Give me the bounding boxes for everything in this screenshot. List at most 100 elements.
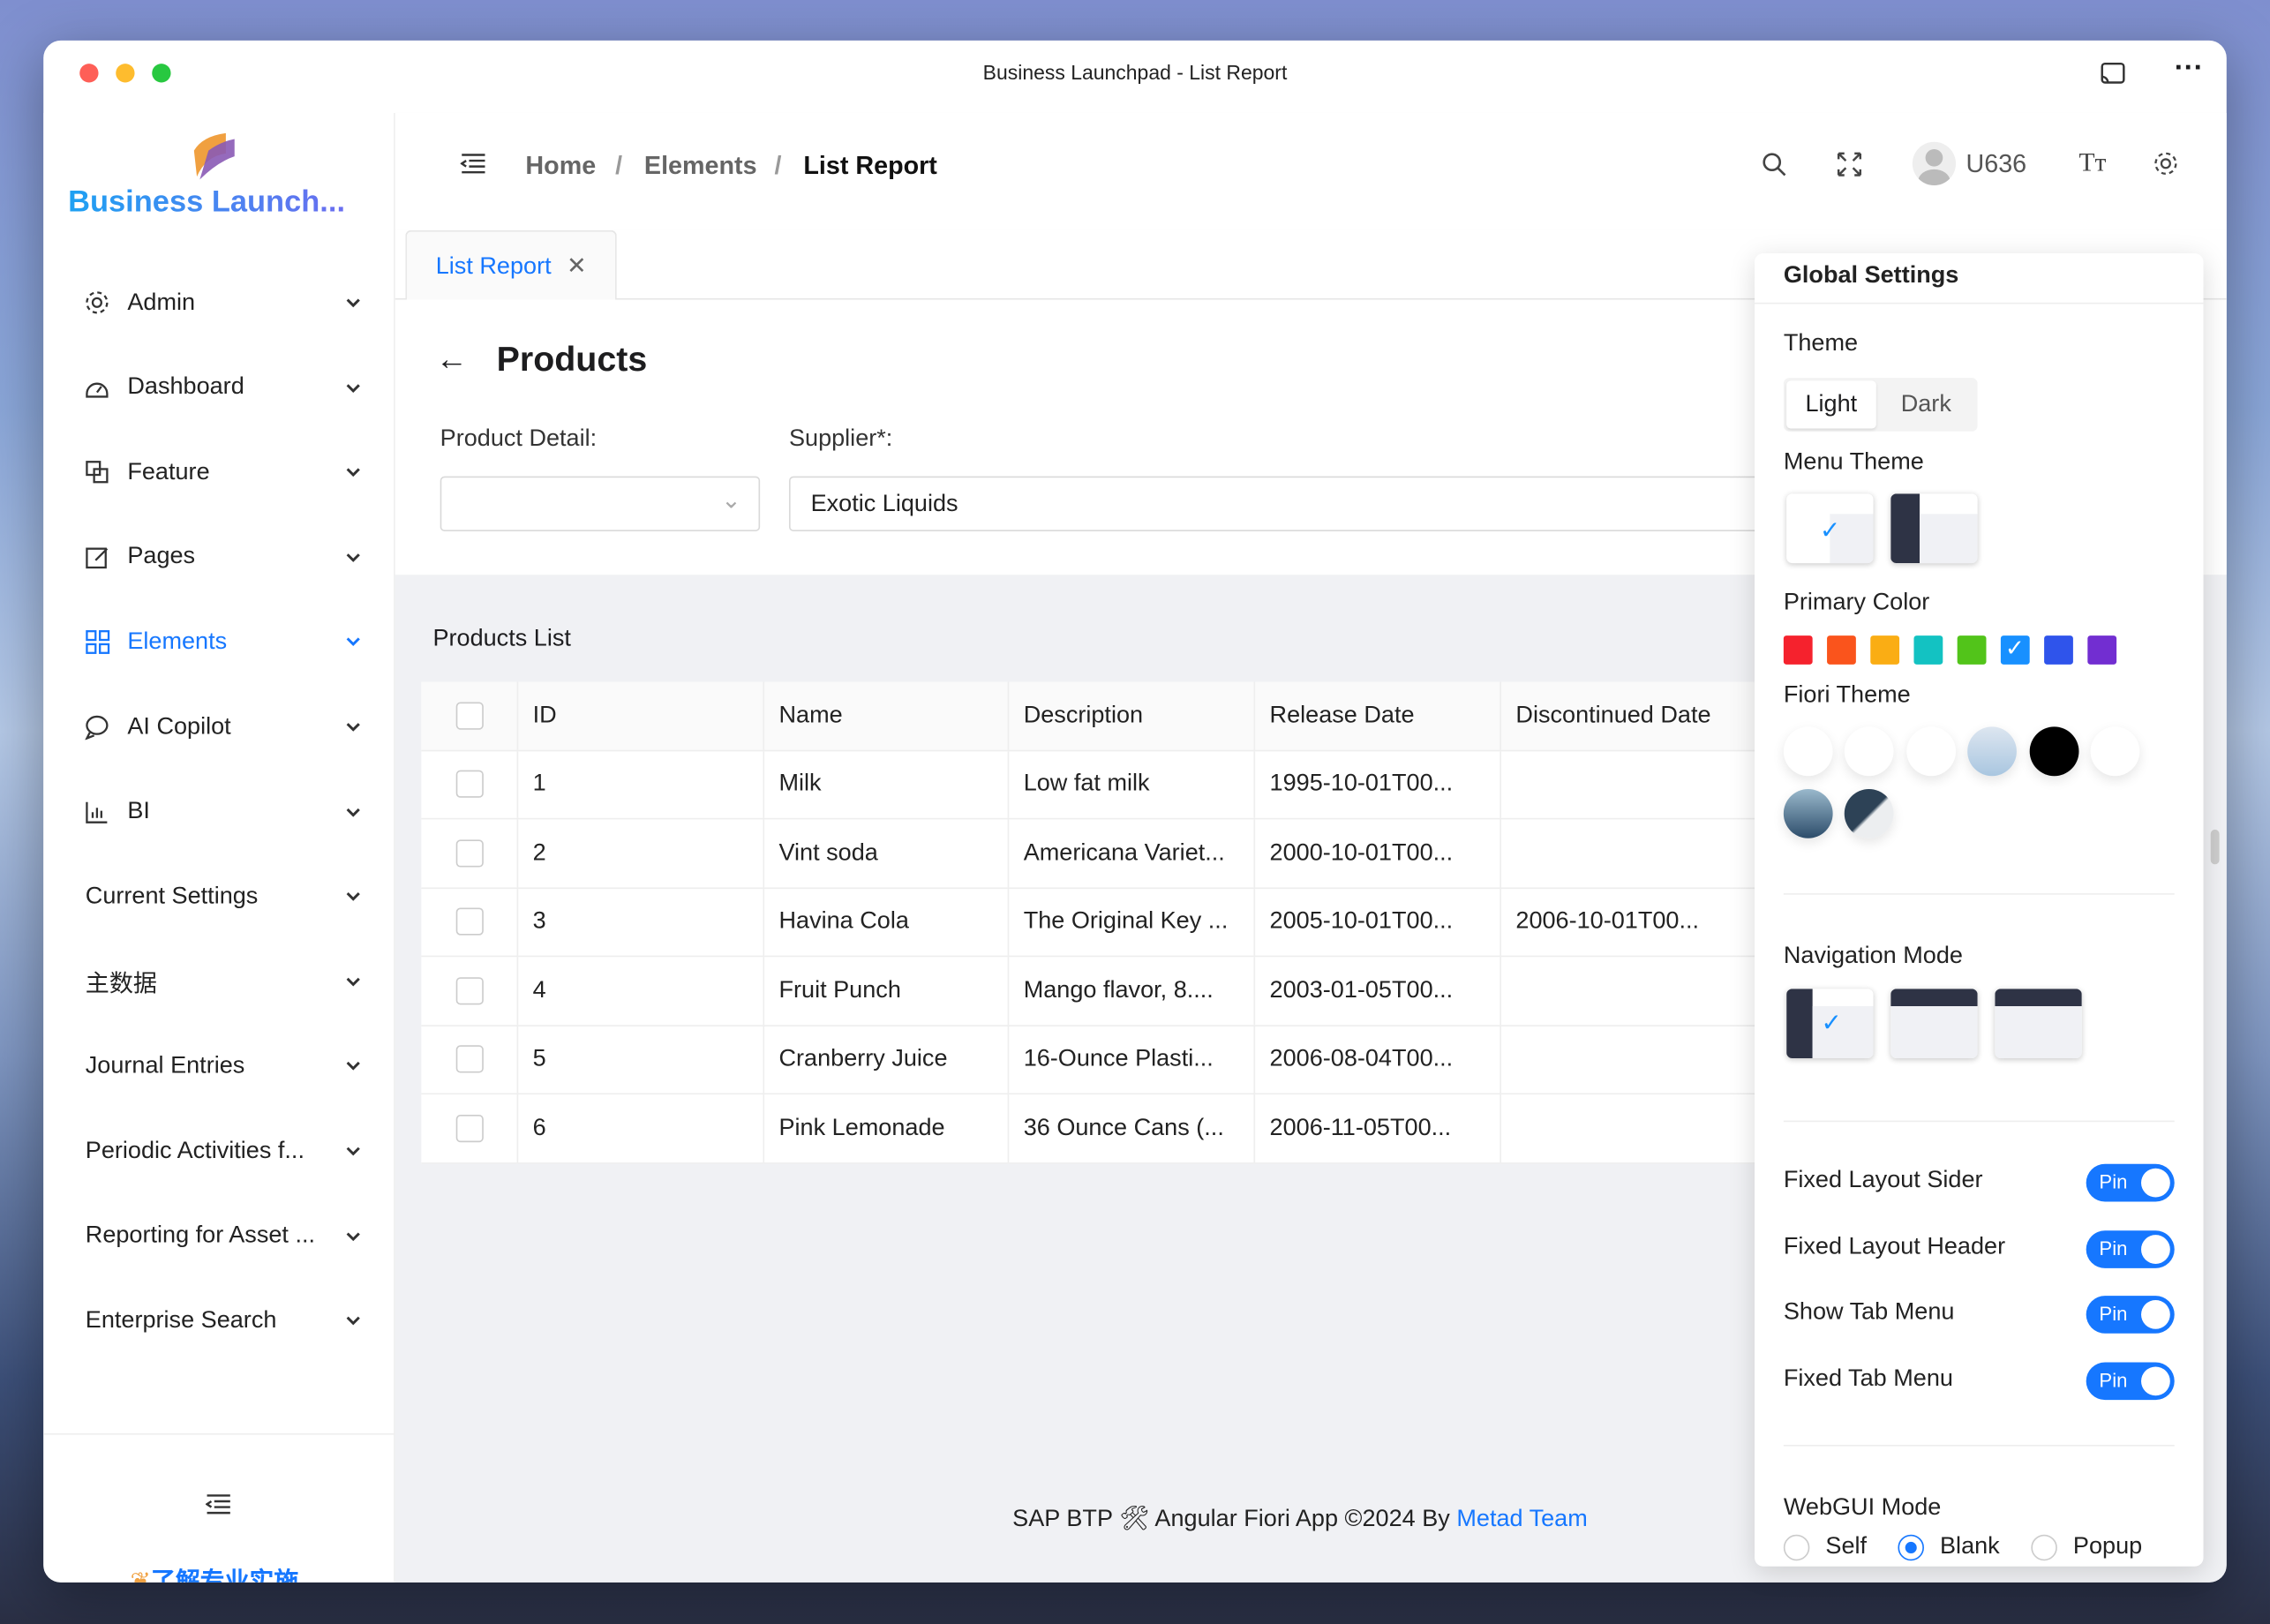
primary-color-swatch[interactable] bbox=[1827, 635, 1856, 665]
chevron-down-icon bbox=[346, 553, 360, 562]
fiori-theme-option[interactable] bbox=[1844, 726, 1894, 777]
fiori-theme-option[interactable] bbox=[1783, 788, 1833, 838]
cast-icon[interactable] bbox=[2099, 59, 2128, 88]
tab-list-report[interactable]: List Report ✕ bbox=[405, 229, 617, 300]
more-icon[interactable]: ··· bbox=[2175, 52, 2204, 86]
theme-segmented: Light Dark bbox=[1783, 378, 1978, 432]
font-size-icon[interactable]: Tт bbox=[2078, 147, 2106, 177]
dashboard-icon bbox=[86, 381, 109, 397]
column-header[interactable]: Discontinued Date bbox=[1501, 681, 1783, 749]
webgui-self-radio[interactable] bbox=[1783, 1534, 1810, 1561]
fullscreen-icon[interactable] bbox=[1837, 152, 1862, 177]
settings-gear-icon[interactable] bbox=[2153, 151, 2179, 177]
row-checkbox[interactable] bbox=[455, 1045, 484, 1073]
sidebar-item[interactable]: Current Settings bbox=[43, 868, 395, 926]
webgui-blank-radio[interactable] bbox=[1898, 1534, 1924, 1561]
nav-mode-side[interactable]: ✓ bbox=[1786, 989, 1874, 1059]
select-all-checkbox[interactable] bbox=[455, 702, 484, 730]
table-row[interactable]: 4 Fruit Punch Mango flavor, 8.... 2003-01-0… bbox=[421, 957, 1783, 1026]
row-checkbox[interactable] bbox=[455, 976, 484, 1004]
row-checkbox[interactable] bbox=[455, 1114, 484, 1142]
table-cell: 2006-10-01T00... bbox=[1501, 888, 1783, 956]
toggle-switch[interactable]: Pin bbox=[2086, 1296, 2175, 1335]
table-row[interactable]: 1 Milk Low fat milk 1995-10-01T00... bbox=[421, 750, 1783, 820]
primary-color-swatch[interactable] bbox=[2044, 635, 2073, 665]
fiori-theme-option[interactable] bbox=[2029, 726, 2079, 777]
table-cell: Cranberry Juice bbox=[764, 1026, 1010, 1094]
nav-mode-mix[interactable] bbox=[1995, 989, 2082, 1059]
metad-team-link[interactable]: Metad Team bbox=[1456, 1506, 1587, 1532]
supplier-input[interactable]: Exotic Liquids bbox=[788, 476, 1803, 531]
row-checkbox[interactable] bbox=[455, 838, 484, 868]
grid-icon bbox=[86, 630, 110, 655]
table-cell: 4 bbox=[518, 957, 765, 1025]
back-arrow-icon[interactable]: ← bbox=[436, 340, 468, 378]
webgui-popup-radio[interactable] bbox=[2031, 1534, 2057, 1561]
sidebar: Business Launch... Admin Dashboard Feature… bbox=[43, 112, 395, 1583]
primary-color-swatch[interactable] bbox=[1870, 635, 1900, 665]
table-row[interactable]: 5 Cranberry Juice 16-Ounce Plasti... 2006-0… bbox=[421, 1026, 1783, 1095]
avatar[interactable] bbox=[1912, 141, 1957, 185]
sidebar-item[interactable]: 主数据 bbox=[43, 952, 395, 1011]
column-header[interactable]: Name bbox=[764, 681, 1010, 749]
logo-icon: ❦ bbox=[130, 1568, 152, 1583]
menu-toggle-icon[interactable] bbox=[460, 152, 487, 175]
column-header[interactable]: Release Date bbox=[1255, 681, 1501, 749]
toggle-switch[interactable]: Pin bbox=[2086, 1163, 2175, 1202]
sidebar-item[interactable]: Reporting for Asset ... bbox=[43, 1207, 395, 1265]
search-icon[interactable] bbox=[1762, 152, 1788, 178]
sidebar-item[interactable]: Pages bbox=[43, 528, 395, 586]
sidebar-item[interactable]: BI bbox=[43, 783, 395, 841]
sidebar-item[interactable]: Journal Entries bbox=[43, 1037, 395, 1095]
sidebar-item[interactable]: Periodic Activities f... bbox=[43, 1122, 395, 1180]
theme-dark-option[interactable]: Dark bbox=[1882, 380, 1970, 428]
toggle-switch[interactable]: Pin bbox=[2086, 1362, 2175, 1400]
menu-theme-dark[interactable] bbox=[1890, 493, 1978, 564]
primary-color-swatch[interactable] bbox=[2087, 635, 2117, 665]
fiori-theme-option[interactable] bbox=[1906, 726, 1957, 777]
product-detail-label: Product Detail: bbox=[440, 425, 598, 452]
toggle-switch[interactable]: Pin bbox=[2086, 1229, 2175, 1268]
menu-theme-light[interactable]: ✓ bbox=[1786, 493, 1874, 564]
table-row[interactable]: 6 Pink Lemonade 36 Ounce Cans (... 2006-11-… bbox=[421, 1094, 1783, 1163]
user-name[interactable]: U636 bbox=[1966, 149, 2027, 179]
fiori-theme-option[interactable] bbox=[2090, 726, 2140, 777]
table-cell: 36 Ounce Cans (... bbox=[1009, 1094, 1256, 1162]
nav-mode-top[interactable] bbox=[1890, 989, 1978, 1059]
column-header[interactable]: Description bbox=[1009, 681, 1256, 749]
sidebar-item[interactable]: AI Copilot bbox=[43, 698, 395, 756]
row-checkbox[interactable] bbox=[455, 907, 484, 936]
panel-handle[interactable] bbox=[2210, 829, 2220, 865]
chevron-down-icon bbox=[346, 1062, 360, 1071]
sidebar-item[interactable]: Admin bbox=[43, 274, 395, 332]
table-cell: 2006-08-04T00... bbox=[1255, 1026, 1501, 1094]
fiori-theme-option[interactable] bbox=[1844, 788, 1894, 838]
primary-color-swatch[interactable]: ✓ bbox=[2000, 635, 2030, 665]
primary-color-swatch[interactable] bbox=[1957, 635, 1987, 665]
breadcrumb-elements[interactable]: Elements bbox=[644, 151, 757, 181]
fiori-theme-option[interactable] bbox=[1783, 726, 1833, 777]
settings-title: Global Settings bbox=[1783, 261, 1959, 289]
check-icon: ✓ bbox=[1821, 1009, 1842, 1037]
sidebar-item[interactable]: Enterprise Search bbox=[43, 1291, 395, 1350]
close-tab-icon[interactable]: ✕ bbox=[567, 253, 587, 280]
table-row[interactable]: 2 Vint soda Americana Variet... 2000-10-01T… bbox=[421, 819, 1783, 889]
window-title: Business Launchpad - List Report bbox=[982, 60, 1288, 85]
page-title: Products bbox=[496, 340, 648, 380]
fiori-theme-option[interactable] bbox=[1967, 726, 2017, 777]
primary-color-swatch[interactable] bbox=[1783, 635, 1813, 665]
table-row[interactable]: 3 Havina Cola The Original Key ... 2005-10-… bbox=[421, 888, 1783, 958]
column-header[interactable]: ID bbox=[518, 681, 765, 749]
breadcrumb-home[interactable]: Home bbox=[525, 151, 596, 181]
table-cell: Low fat milk bbox=[1009, 750, 1256, 818]
implementation-link[interactable]: ❦了解专业实施 bbox=[130, 1560, 299, 1583]
sidebar-item[interactable]: Elements bbox=[43, 613, 395, 671]
sidebar-item[interactable]: Dashboard bbox=[43, 358, 395, 417]
product-detail-select[interactable]: ⌄ bbox=[440, 476, 761, 531]
sidebar-item[interactable]: Feature bbox=[43, 443, 395, 501]
theme-light-option[interactable]: Light bbox=[1786, 380, 1876, 429]
collapse-menu-icon[interactable] bbox=[205, 1492, 232, 1515]
row-checkbox[interactable] bbox=[455, 771, 484, 799]
primary-color-swatch[interactable] bbox=[1913, 635, 1943, 665]
table-cell bbox=[1501, 750, 1783, 818]
